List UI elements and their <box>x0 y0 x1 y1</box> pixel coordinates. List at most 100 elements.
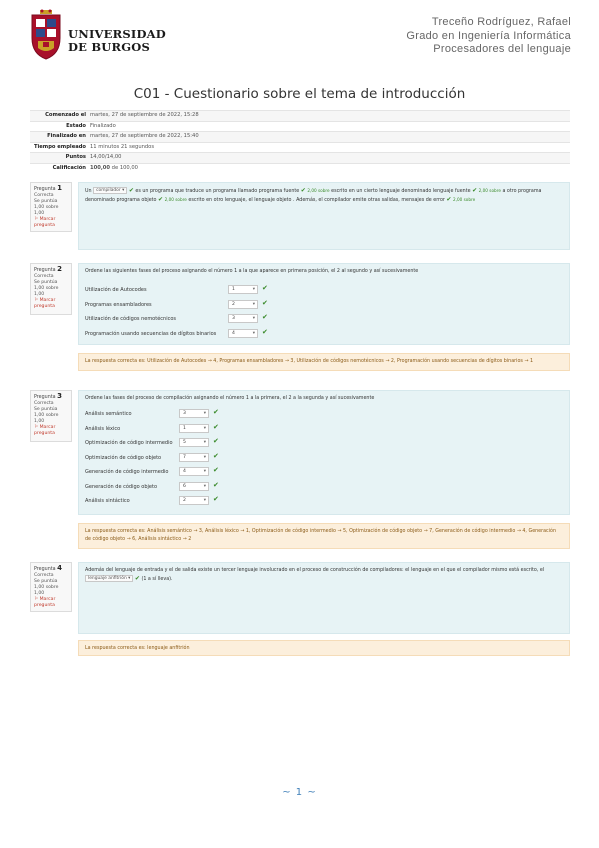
university-shield-icon <box>31 9 61 60</box>
correct-answer-feedback: La respuesta correcta es: lenguaje anfit… <box>78 640 570 656</box>
flag-icon: ⚐ <box>34 425 39 430</box>
summary-row: Finalizado en martes, 27 de septiembre d… <box>30 131 570 142</box>
quiz-title: C01 - Cuestionario sobre el tema de intr… <box>133 86 466 102</box>
flag-question-link[interactable]: ⚐ Marcar pregunta <box>34 217 68 229</box>
answer-select[interactable]: lenguaje anfitrión ▾ <box>85 575 134 582</box>
check-icon: ✔ <box>213 408 219 416</box>
summary-label: Estado <box>30 120 88 132</box>
match-row: Análisis léxico 1 ▾ ✔ <box>85 422 219 433</box>
question-score: Se puntúa 1,00 sobre 1,00 <box>34 280 59 297</box>
question-info: Pregunta 1 Correcta Se puntúa 1,00 sobre… <box>30 182 72 232</box>
match-row: Generación de código objeto 6 ▾ ✔ <box>85 480 219 491</box>
summary-value: martes, 27 de septiembre de 2022, 15:28 <box>88 110 570 121</box>
flag-question-link[interactable]: ⚐ Marcar pregunta <box>34 425 68 437</box>
question-content: Además del lenguaje de entrada y el de s… <box>78 562 570 634</box>
order-select[interactable]: 1 ▾ <box>179 423 209 433</box>
question-info: Pregunta 4 Correcta Se puntúa 1,00 sobre… <box>30 562 72 612</box>
match-row: Generación de código intermedio 4 ▾ ✔ <box>85 466 219 476</box>
summary-label: Puntos <box>30 152 88 163</box>
check-icon: ✔ <box>262 298 268 307</box>
order-select[interactable]: 2 ▾ <box>179 496 209 505</box>
question-prompt: Ordene las fases del proceso de compilac… <box>85 396 375 401</box>
match-row: Programas ensambladores 2 ▾ ✔ <box>85 298 268 309</box>
order-select[interactable]: 3 ▾ <box>179 409 209 418</box>
summary-row: Calificación 100,00 de 100,00 <box>30 162 570 173</box>
question-number: Pregunta 1 <box>34 184 62 193</box>
check-icon: ✔ <box>300 187 306 194</box>
flag-icon: ⚐ <box>34 298 39 303</box>
summary-row: Tiempo empleado 11 minutos 21 segundos <box>30 141 570 153</box>
match-list: Utilización de Autocodes 1 ▾ ✔ Programas … <box>85 284 563 342</box>
check-icon: ✔ <box>446 196 452 203</box>
answer-select[interactable]: compilador ▾ <box>93 187 128 194</box>
check-icon: ✔ <box>472 187 478 194</box>
summary-value: 14,00/14,00 <box>88 152 570 163</box>
chevron-down-icon: ▾ <box>252 301 255 307</box>
document-header: UNIVERSIDAD DE BURGOS Treceño Rodríguez,… <box>0 0 599 70</box>
flag-question-link[interactable]: ⚐ Marcar pregunta <box>34 597 68 609</box>
chevron-down-icon: ▾ <box>128 576 131 581</box>
chevron-down-icon: ▾ <box>203 498 206 503</box>
match-row: Análisis sintáctico 2 ▾ ✔ <box>85 495 219 505</box>
grade-value: 100,00 <box>90 164 111 171</box>
chevron-down-icon: ▾ <box>203 425 206 431</box>
chevron-down-icon: ▾ <box>203 469 206 474</box>
order-select[interactable]: 2 ▾ <box>228 299 258 309</box>
check-icon: ✔ <box>158 196 164 203</box>
chevron-down-icon: ▾ <box>203 483 206 489</box>
match-row: Utilización de códigos nemotécnicos 3 ▾ ✔ <box>85 313 268 323</box>
university-name: UNIVERSIDAD DE BURGOS <box>68 28 166 54</box>
summary-label: Tiempo empleado <box>30 141 88 153</box>
question-number: Pregunta 3 <box>34 392 62 401</box>
summary-label: Calificación <box>30 162 88 173</box>
question-prompt: Ordene las siguientes fases del proceso … <box>85 269 419 274</box>
order-select[interactable]: 4 ▾ <box>179 467 209 476</box>
attempt-summary-table: Comenzado el martes, 27 de septiembre de… <box>30 110 570 173</box>
order-select[interactable]: 5 ▾ <box>179 438 209 447</box>
check-icon: ✔ <box>213 495 219 503</box>
order-select[interactable]: 6 ▾ <box>179 481 209 491</box>
check-icon: ✔ <box>213 466 219 474</box>
order-select[interactable]: 1 ▾ <box>228 285 258 294</box>
chevron-down-icon: ▾ <box>252 287 255 292</box>
flag-icon: ⚐ <box>34 217 39 222</box>
author-name: Treceño Rodríguez, Rafael <box>431 16 571 28</box>
match-list: Análisis semántico 3 ▾ ✔ Análisis léxico … <box>85 408 563 510</box>
chevron-down-icon: ▾ <box>122 188 125 193</box>
match-row: Optimización de código intermedio 5 ▾ ✔ <box>85 437 219 447</box>
question-content: Ordene las siguientes fases del proceso … <box>78 263 570 345</box>
summary-value: martes, 27 de septiembre de 2022, 15:40 <box>88 131 570 142</box>
check-icon: ✔ <box>213 422 219 431</box>
check-icon: ✔ <box>213 437 219 445</box>
question-info: Pregunta 2 Correcta Se puntúa 1,00 sobre… <box>30 263 72 315</box>
chevron-down-icon: ▾ <box>252 330 255 336</box>
question-info: Pregunta 3 Correcta Se puntúa 1,00 sobre… <box>30 390 72 442</box>
summary-row: Puntos 14,00/14,00 <box>30 152 570 163</box>
question-number: Pregunta 4 <box>34 564 62 573</box>
chevron-down-icon: ▾ <box>252 316 255 321</box>
university-logo: UNIVERSIDAD DE BURGOS <box>28 8 166 64</box>
match-row: Análisis semántico 3 ▾ ✔ <box>85 408 219 418</box>
chevron-down-icon: ▾ <box>203 411 206 416</box>
summary-row: Comenzado el martes, 27 de septiembre de… <box>30 110 570 121</box>
chevron-down-icon: ▾ <box>203 454 206 460</box>
summary-value: Finalizado <box>88 120 570 132</box>
check-icon: ✔ <box>213 480 219 489</box>
check-icon: ✔ <box>128 187 134 194</box>
degree-name: Grado en Ingeniería Informática <box>406 29 571 42</box>
flag-icon: ⚐ <box>34 597 39 602</box>
page-number: ~ 1 ~ <box>282 787 317 798</box>
order-select[interactable]: 4 ▾ <box>228 328 258 338</box>
flag-question-link[interactable]: ⚐ Marcar pregunta <box>34 298 68 310</box>
question-score: Se puntúa 1,00 sobre 1,00 <box>34 199 59 216</box>
summary-value: 11 minutos 21 segundos <box>88 141 570 153</box>
correct-answer-feedback: La respuesta correcta es: Análisis semán… <box>78 523 570 549</box>
author-block: Treceño Rodríguez, Rafael Grado en Ingen… <box>406 16 571 57</box>
summary-row: Estado Finalizado <box>30 120 570 132</box>
order-select[interactable]: 3 ▾ <box>228 314 258 323</box>
match-row: Programación usando secuencias de dígito… <box>85 327 268 338</box>
order-select[interactable]: 7 ▾ <box>179 452 209 462</box>
check-icon: ✔ <box>213 451 219 460</box>
check-icon: ✔ <box>262 313 268 321</box>
question-score: Se puntúa 1,00 sobre 1,00 <box>34 579 59 596</box>
